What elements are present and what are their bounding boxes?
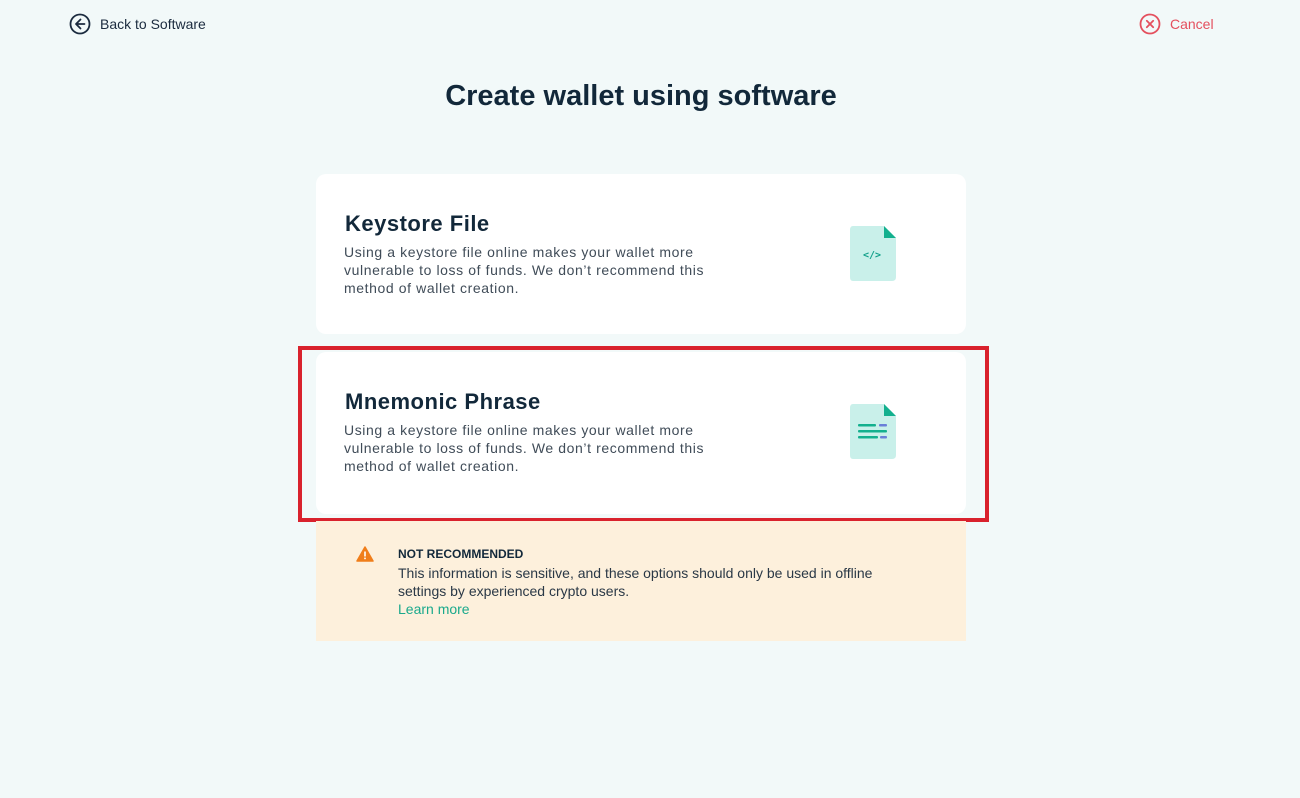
warning-text: This information is sensitive, and these… bbox=[398, 565, 873, 599]
close-circle-icon bbox=[1139, 13, 1161, 35]
keystore-file-option[interactable]: Keystore File Using a keystore file onli… bbox=[316, 174, 966, 334]
mnemonic-phrase-option[interactable]: Mnemonic Phrase Using a keystore file on… bbox=[316, 352, 966, 514]
arrow-left-circle-icon bbox=[69, 13, 91, 35]
svg-text:</>: </> bbox=[863, 250, 881, 261]
warning-title: NOT RECOMMENDED bbox=[398, 547, 524, 561]
learn-more-link[interactable]: Learn more bbox=[398, 601, 470, 617]
top-bar: Back to Software Cancel bbox=[0, 0, 1300, 50]
mnemonic-file-icon bbox=[849, 403, 897, 460]
cancel-button[interactable]: Cancel bbox=[1139, 13, 1214, 35]
warning-triangle-icon bbox=[356, 546, 374, 562]
option-title: Keystore File bbox=[345, 211, 490, 236]
option-description: Using a keystore file online makes your … bbox=[344, 244, 705, 296]
keystore-file-icon: </> bbox=[849, 225, 897, 282]
not-recommended-banner: NOT RECOMMENDED This information is sens… bbox=[316, 521, 966, 641]
cancel-label: Cancel bbox=[1170, 16, 1214, 32]
option-title: Mnemonic Phrase bbox=[345, 389, 541, 414]
back-to-software-link[interactable]: Back to Software bbox=[69, 13, 206, 35]
page-title: Create wallet using software bbox=[445, 80, 837, 112]
back-link-label: Back to Software bbox=[100, 16, 206, 32]
option-description: Using a keystore file online makes your … bbox=[344, 422, 705, 474]
